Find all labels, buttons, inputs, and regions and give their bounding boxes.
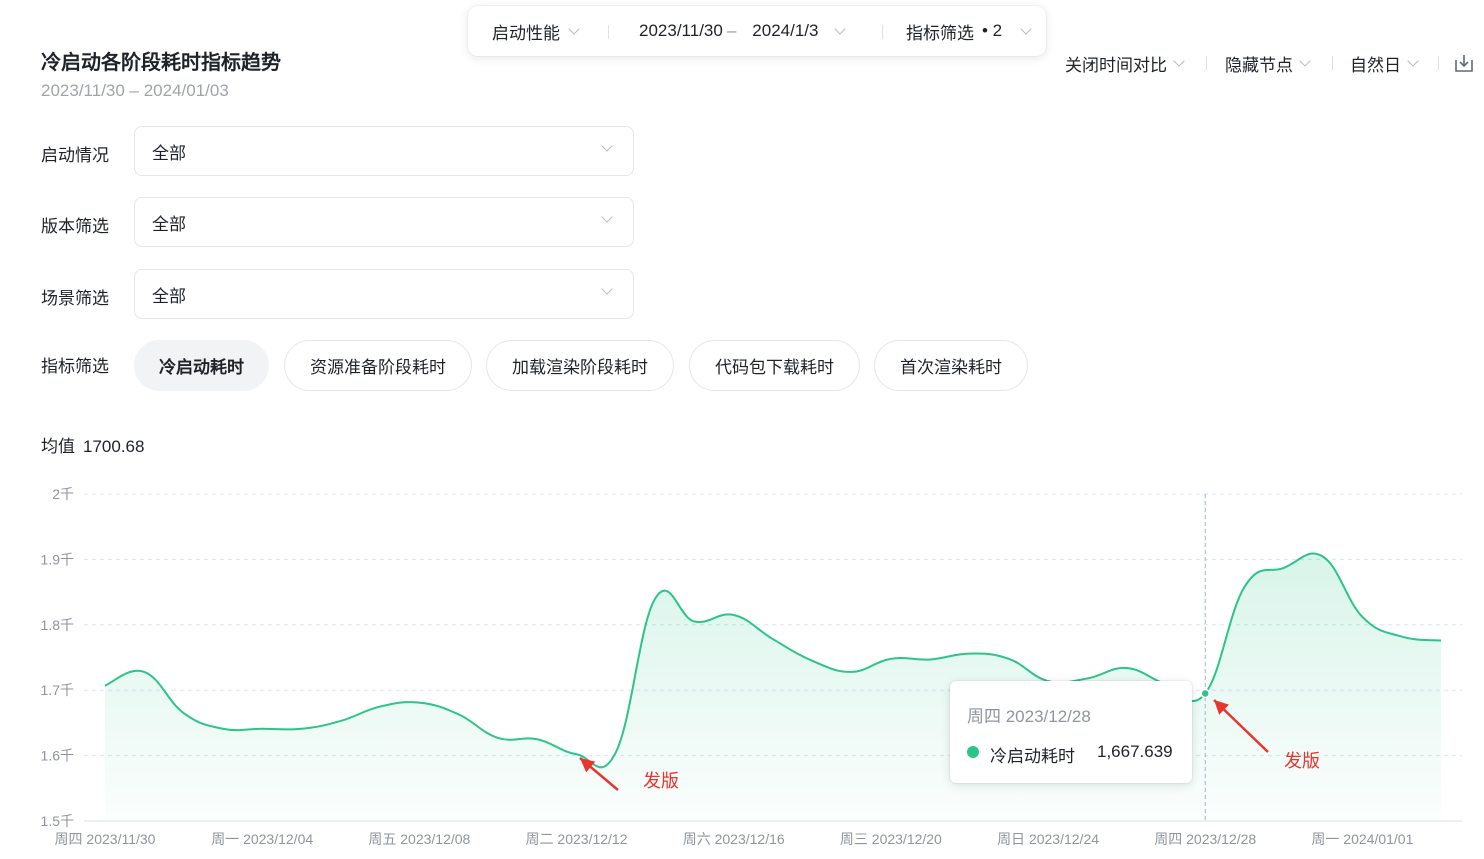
release-annotation-2: 发版 [1284, 751, 1320, 771]
tooltip-date: 周四 2023/12/28 [967, 707, 1091, 726]
granularity-label: 自然日 [1350, 55, 1401, 75]
top-toolbar: 启动性能 2023/11/30 – 2024/1/3 指标筛选 • 2 [468, 6, 1046, 56]
y-tick-label: 1.6千 [41, 748, 74, 764]
x-tick-label: 周一 2024/01/01 [1311, 831, 1413, 847]
chip-resource-prep[interactable]: 资源准备阶段耗时 [284, 340, 472, 391]
chip-cold-start[interactable]: 冷启动耗时 [134, 340, 269, 391]
launch-status-value: 全部 [152, 143, 186, 163]
filter-label-metric: 指标筛选 [41, 357, 109, 376]
chevron-down-icon [1299, 54, 1311, 67]
x-tick-label: 周日 2023/12/24 [997, 831, 1099, 847]
x-tick-label: 周六 2023/12/16 [683, 831, 785, 847]
filter-label-launch: 启动情况 [41, 146, 109, 165]
x-tick-label: 周四 2023/12/28 [1154, 831, 1256, 847]
chevron-down-icon [1407, 54, 1419, 67]
y-tick-label: 1.9千 [41, 551, 74, 567]
chevron-down-icon [601, 211, 613, 223]
average-summary: 均值 1700.68 [41, 432, 144, 457]
version-select[interactable]: 全部 [134, 197, 634, 247]
x-tick-label: 周二 2023/12/12 [526, 831, 628, 847]
compare-toggle[interactable]: 关闭时间对比 [1065, 50, 1185, 76]
category-label: 启动性能 [492, 23, 560, 43]
chevron-down-icon [601, 283, 613, 295]
chevron-down-icon [1173, 54, 1185, 67]
metric-filter-select[interactable]: 指标筛选 • 2 [906, 6, 1032, 56]
compare-label: 关闭时间对比 [1065, 55, 1167, 75]
card-title: 冷启动各阶段耗时指标趋势 [41, 52, 281, 74]
release-annotation-1: 发版 [643, 771, 679, 791]
x-tick-label: 周三 2023/12/20 [840, 831, 942, 847]
hide-nodes-toggle[interactable]: 隐藏节点 [1225, 50, 1311, 76]
y-tick-label: 1.5千 [41, 813, 74, 829]
y-tick-label: 1.7千 [41, 682, 74, 698]
average-value: 1700.68 [83, 437, 145, 456]
filter-label-version: 版本筛选 [41, 217, 109, 236]
chart-tooltip: 周四 2023/12/28 冷启动耗时 1,667.639 [950, 681, 1192, 783]
controls-divider [1332, 56, 1333, 70]
x-tick-label: 周五 2023/12/08 [368, 831, 470, 847]
date-range-picker[interactable]: 2023/11/30 – 2024/1/3 [639, 6, 847, 56]
date-end: 2024/1/3 [752, 21, 819, 40]
granularity-select[interactable]: 自然日 [1350, 50, 1419, 76]
category-select[interactable]: 启动性能 [492, 6, 580, 56]
trend-chart[interactable]: 1.5千 1.6千 1.7千 1.8千 1.9千 2千 周四 2023/11/30 周一 2… [0, 470, 1484, 859]
series-dot-icon [967, 746, 979, 758]
tooltip-series-value: 1,667.639 [1097, 742, 1173, 761]
card-date-range: 2023/11/30 – 2024/01/03 [41, 81, 229, 100]
scene-select[interactable]: 全部 [134, 269, 634, 319]
chevron-down-icon [601, 140, 613, 152]
hover-point [1200, 688, 1210, 699]
hide-nodes-label: 隐藏节点 [1225, 55, 1293, 75]
average-label: 均值 [41, 437, 75, 456]
y-tick-label: 1.8千 [41, 617, 74, 633]
x-tick-label: 周四 2023/11/30 [55, 831, 156, 847]
chip-load-render[interactable]: 加载渲染阶段耗时 [486, 340, 674, 391]
version-value: 全部 [152, 214, 186, 234]
controls-divider [1206, 56, 1207, 70]
date-start: 2023/11/30 [639, 21, 723, 40]
metric-filter-label: 指标筛选 [906, 23, 974, 43]
export-icon[interactable] [1453, 52, 1475, 74]
scene-value: 全部 [152, 286, 186, 306]
chevron-down-icon [1020, 22, 1032, 35]
chevron-down-icon [834, 22, 847, 35]
metric-filter-count: • 2 [982, 21, 1003, 40]
tooltip-series-name: 冷启动耗时 [990, 747, 1075, 766]
toolbar-divider [882, 25, 883, 39]
filter-label-scene: 场景筛选 [41, 289, 109, 308]
launch-status-select[interactable]: 全部 [134, 126, 634, 176]
y-tick-label: 2千 [52, 486, 74, 502]
chip-code-download[interactable]: 代码包下载耗时 [689, 340, 860, 391]
x-tick-label: 周一 2023/12/04 [211, 831, 313, 847]
date-separator: – [726, 21, 737, 40]
toolbar-divider [608, 25, 609, 39]
chip-first-render[interactable]: 首次渲染耗时 [874, 340, 1028, 391]
chevron-down-icon [568, 22, 580, 35]
controls-divider [1438, 56, 1439, 70]
